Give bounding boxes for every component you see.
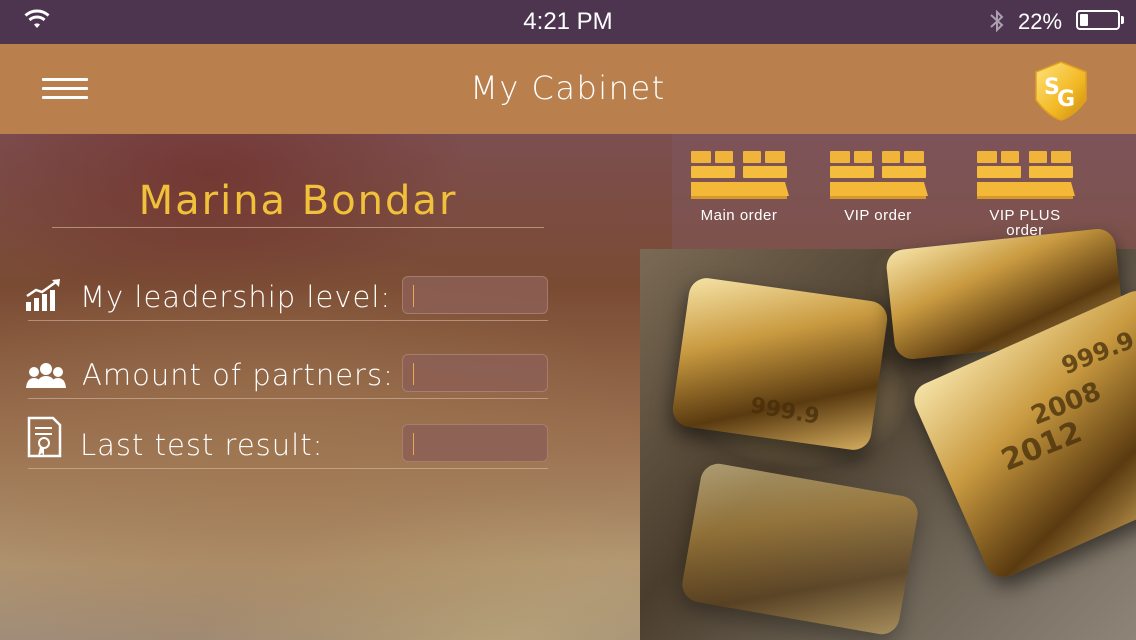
certificate-icon — [27, 416, 62, 458]
battery-percent: 22% — [1018, 9, 1063, 34]
partners-amount-field[interactable] — [402, 354, 548, 392]
text-caret — [413, 433, 414, 455]
vip-plus-order-button[interactable]: VIP PLUS order — [965, 150, 1085, 238]
sg-logo[interactable]: S G — [1034, 60, 1088, 122]
gold-bars-photo: 999.9 2008 2012 999.9 — [640, 227, 1136, 640]
partners-amount-input[interactable] — [411, 359, 543, 389]
order-label: VIP PLUS order — [989, 207, 1061, 239]
divider — [28, 398, 548, 399]
nav-bar: My Cabinet S G — [0, 44, 1136, 134]
gold-bar-image — [679, 460, 921, 638]
stat-row-leadership: My leadership level: — [24, 276, 548, 321]
main-order-button[interactable]: Main order — [679, 150, 799, 223]
growth-chart-icon — [26, 279, 60, 311]
status-time: 4:21 PM — [523, 8, 613, 35]
leadership-level-input[interactable] — [411, 281, 543, 311]
stat-row-test-result: Last test result: — [24, 416, 548, 469]
stat-label: Amount of partners: — [82, 358, 394, 392]
divider — [52, 227, 544, 228]
divider — [28, 320, 548, 321]
order-label: Main order — [700, 207, 778, 224]
bluetooth-icon — [990, 9, 1004, 33]
text-caret — [413, 285, 414, 307]
gold-bars-icon — [830, 151, 928, 199]
user-name: Marina Bondar — [138, 178, 458, 224]
cabinet-content: 999.9 2008 2012 999.9 Main order VIP ord… — [0, 134, 1136, 640]
leadership-level-field[interactable] — [402, 276, 548, 314]
battery-fill — [1080, 14, 1088, 26]
text-caret — [413, 363, 414, 385]
status-bar: 4:21 PM 22% — [0, 0, 1136, 44]
stat-row-partners: Amount of partners: — [24, 354, 548, 399]
divider — [28, 468, 548, 469]
gold-bars-icon — [977, 151, 1075, 199]
test-result-field[interactable] — [402, 424, 548, 462]
gold-bars-icon — [691, 151, 789, 199]
vip-order-button[interactable]: VIP order — [818, 150, 938, 223]
test-result-input[interactable] — [411, 429, 543, 459]
page-title: My Cabinet — [470, 69, 666, 107]
stat-label: Last test result: — [80, 428, 324, 462]
svg-text:G: G — [1057, 87, 1075, 112]
stat-label: My leadership level: — [80, 280, 392, 314]
gold-bar-image — [670, 275, 890, 453]
order-label: VIP order — [844, 207, 912, 224]
people-icon — [26, 363, 66, 388]
battery-icon — [1076, 10, 1120, 30]
battery-nub — [1121, 16, 1124, 24]
